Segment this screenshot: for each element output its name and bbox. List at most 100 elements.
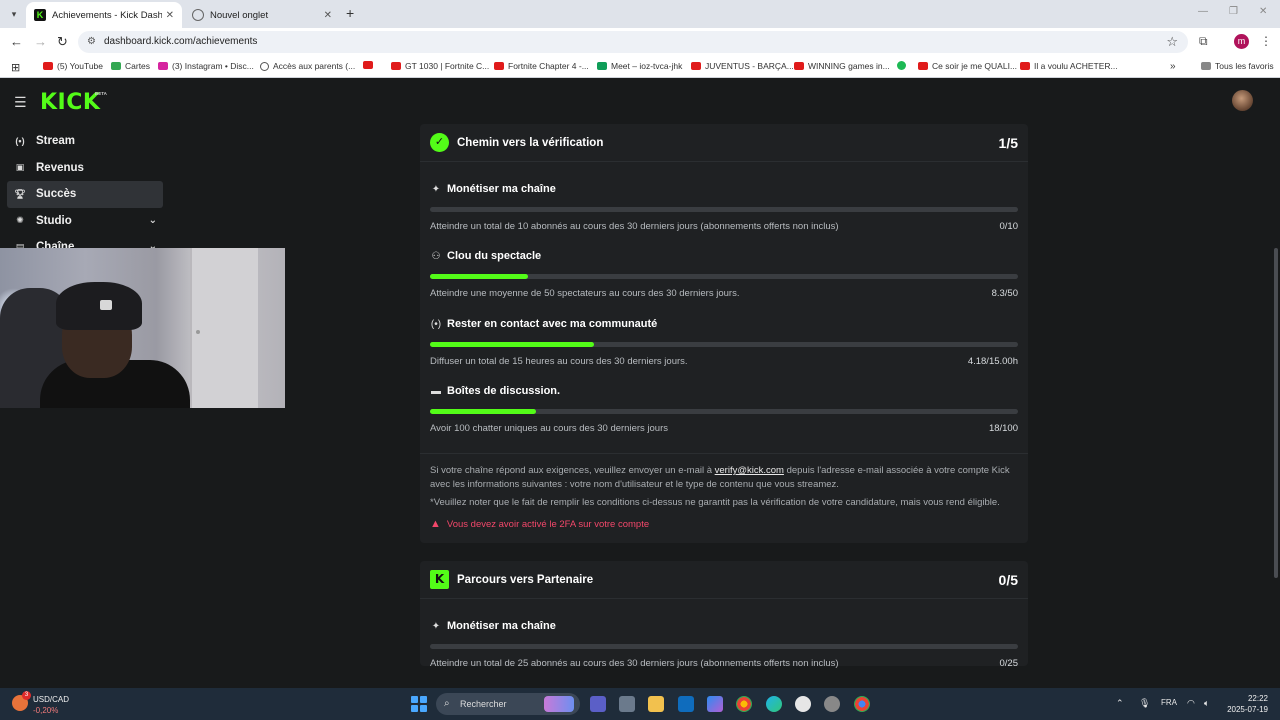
language-indicator[interactable]: FRA [1161,698,1177,707]
windows-start-icon[interactable] [411,696,427,712]
microphone-icon[interactable]: 🎙︎ [1139,698,1150,709]
sidebar-item-stream[interactable]: (•) Stream [7,128,163,155]
bookmark-meet[interactable]: Meet – ioz-tvca-jhk [597,61,682,71]
verify-email-link[interactable]: verify@kick.com [715,465,784,476]
taskbar-clock[interactable]: 22:22 2025-07-19 [1226,693,1268,715]
user-avatar[interactable] [1232,90,1253,111]
new-tab-button[interactable]: + [346,5,354,21]
sidebar-item-succes[interactable]: 🏆︎ Succès [7,181,163,208]
bookmark-youtube-video[interactable] [363,61,377,69]
all-bookmarks-button[interactable]: Tous les favoris [1201,61,1274,71]
maps-icon [111,62,121,70]
hamburger-menu-icon[interactable]: ☰ [14,94,27,111]
back-icon[interactable]: ← [10,34,23,49]
webcam-overlay [0,248,285,408]
globe-icon [192,9,204,21]
search-icon: ⌕ [444,698,450,709]
bookmark-juventus[interactable]: JUVENTUS - BARÇA... [691,61,794,71]
achievement-goal: ▬ Boîtes de discussion. Avoir 100 chatter … [420,364,1028,434]
meet-icon [597,62,607,70]
bookmark-gt1030[interactable]: GT 1030 | Fortnite C... [391,61,489,71]
tab-achievements[interactable]: K Achievements - Kick Dashboard ✕ [26,2,182,28]
chrome-icon[interactable] [854,696,870,712]
kick-favicon-icon: K [34,9,46,21]
tab-new-tab[interactable]: Nouvel onglet ✕ [184,2,340,28]
partner-header: K Parcours vers Partenaire 0/5 [420,561,1028,600]
profile-avatar[interactable]: m [1234,34,1249,49]
bookmark-spotify[interactable] [897,61,910,70]
beanie-patch [100,300,112,310]
bookmark-acheter[interactable]: Il a voulu ACHETER... [1020,61,1118,71]
goal-title: Boîtes de discussion. [447,384,561,397]
close-icon[interactable]: ✕ [324,10,332,21]
bookmark-fortnite[interactable]: Fortnite Chapter 4 -... [494,61,589,71]
chevron-down-icon[interactable]: ⌄ [149,215,157,226]
verification-notes: Si votre chaîne répond aux exigences, ve… [420,453,1028,543]
volume-icon[interactable]: 🔈︎ [1204,698,1209,709]
bookmark-star-icon[interactable]: ☆ [1166,34,1178,50]
site-info-icon[interactable]: ⚙ [87,36,96,47]
forward-icon[interactable]: → [34,34,47,49]
sparkle-icon: ✦ [431,184,441,195]
search-highlight-icon [544,696,574,712]
door [190,248,258,408]
twofa-warning: ▲ Vous devez avoir activé le 2FA sur vot… [430,517,650,530]
instagram-icon [158,62,168,70]
steam-icon[interactable] [824,696,840,712]
bookmark-ce-soir[interactable]: Ce soir je me QUALI... [918,61,1017,71]
chat-icon: ▬ [431,385,441,397]
verification-instructions: Si votre chaîne répond aux exigences, ve… [430,465,1010,490]
spotify-icon [897,61,906,70]
taskbar-search[interactable]: ⌕ Rechercher [436,693,580,715]
viewers-icon: ⚇ [431,251,441,263]
wifi-icon[interactable]: ◠ [1187,698,1195,709]
achievements-content: ✓ Chemin vers la vérification 1/5 ✦ Monét… [420,124,1028,670]
bookmark-cartes[interactable]: Cartes [111,61,150,71]
bookmark-winning[interactable]: WINNING games in... [794,61,890,71]
close-window-icon[interactable]: ✕ [1259,6,1267,17]
tab-search-button[interactable]: ▾ [6,6,22,22]
outlook-icon[interactable] [678,696,694,712]
stocks-widget[interactable]: USD/CAD -0,20% [33,694,69,716]
page-scrollbar[interactable] [1274,248,1278,578]
extensions-icon[interactable]: ⧉ [1199,34,1208,49]
edge-icon[interactable] [766,696,782,712]
partner-count: 0/5 [998,572,1018,589]
copilot-icon[interactable] [707,696,723,712]
close-icon[interactable]: ✕ [166,10,174,21]
bookmark-youtube[interactable]: (5) YouTube [43,61,103,71]
goal-title: Monétiser ma chaîne [447,620,556,633]
show-hidden-icons-icon[interactable]: ⌃ [1116,698,1124,709]
goal-value: 0/25 [999,658,1019,670]
apps-grid-icon[interactable]: ⊞ [11,61,20,74]
goal-description: Avoir 100 chatter uniques au cours des 3… [430,422,668,434]
chrome-profile-icon[interactable] [736,696,752,712]
sidebar-item-studio[interactable]: ✺ Studio ⌄ [7,208,163,235]
partner-title: Parcours vers Partenaire [457,574,594,587]
sparkle-icon: ✦ [431,621,441,633]
kick-logo[interactable]: KICK [40,90,100,115]
file-explorer-icon[interactable] [648,696,664,712]
verified-badge-icon: ✓ [430,133,449,152]
more-menu-icon[interactable]: ⋮ [1260,34,1272,48]
person-beanie [56,282,142,330]
bookmarks-overflow-icon[interactable]: » [1170,61,1176,72]
music-icon[interactable] [795,696,811,712]
youtube-icon [794,62,804,70]
reload-icon[interactable]: ↻ [57,34,68,50]
goal-progress-track [430,408,1018,414]
goal-progress-fill [430,408,536,414]
restore-icon[interactable]: ❐ [1229,6,1238,17]
minimize-icon[interactable]: — [1198,6,1208,17]
bookmark-instagram[interactable]: (3) Instagram • Disc... [158,61,254,71]
sidebar-item-revenus[interactable]: ▣ Revenus [7,155,163,182]
store-icon[interactable] [619,696,635,712]
windows-taskbar: 3 USD/CAD -0,20% ⌕ Rechercher ⌃ 🎙︎ FRA ◠… [0,688,1280,720]
youtube-icon [391,62,401,70]
teams-icon[interactable] [590,696,606,712]
partner-card: K Parcours vers Partenaire 0/5 ✦ Monétise… [420,561,1028,670]
bookmark-parents[interactable]: Accès aux parents (... [260,61,355,71]
youtube-icon [363,61,373,69]
address-bar[interactable]: ⚙ dashboard.kick.com/achievements ☆ [78,31,1188,53]
notification-badge: 3 [22,691,31,700]
